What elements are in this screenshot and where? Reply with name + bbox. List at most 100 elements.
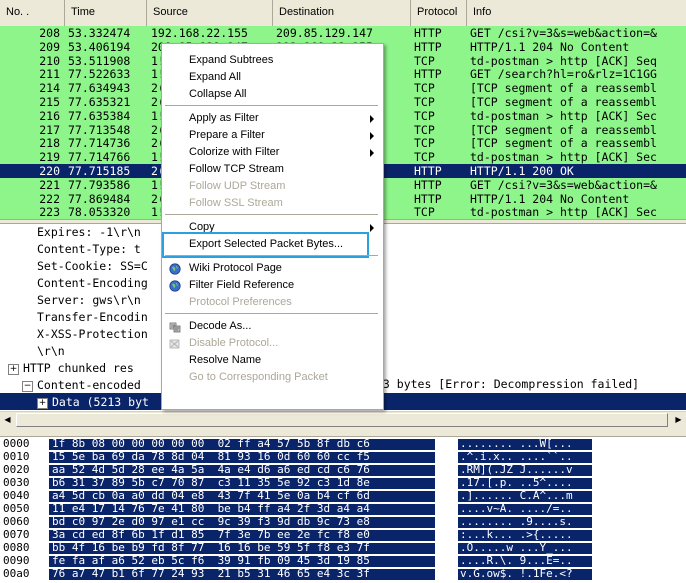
menu-item-apply-as-filter[interactable]: Apply as Filter: [162, 110, 381, 127]
menu-item-wiki-protocol-page[interactable]: Wiki Protocol Page: [162, 260, 381, 277]
detail-line[interactable]: X-XSS-Protection: [37, 326, 148, 343]
submenu-arrow-icon: [370, 115, 374, 123]
col-info-header[interactable]: Info: [467, 0, 686, 26]
menu-item-decode-as[interactable]: Decode As...: [162, 318, 381, 335]
details-horizontal-scrollbar[interactable]: ◀ ▶: [0, 411, 686, 428]
col-destination-header[interactable]: Destination: [273, 0, 411, 26]
detail-line-selected[interactable]: Data (5213 byt: [52, 394, 149, 411]
hex-row[interactable]: 0010 15 5e ba 69 da 78 8d 04 81 93 16 0d …: [0, 451, 686, 463]
hex-offset: 0040: [3, 489, 30, 502]
hex-ascii: .O.....w ...Y_...: [458, 542, 592, 554]
menu-item-expand-all[interactable]: Expand All: [162, 69, 381, 86]
packet-cell-time: 77.635321: [68, 95, 131, 109]
packet-cell-no: 209: [39, 39, 60, 54]
packet-cell-dst: 209.85.129.147: [276, 26, 373, 40]
globe-icon: [169, 263, 181, 275]
menu-item-label: Decode As...: [189, 320, 252, 332]
packet-cell-info: GET /csi?v=3&s=web&action=&: [470, 26, 657, 40]
collapse-icon[interactable]: −: [22, 381, 33, 392]
hex-ascii: v.G.ow$. !.1Fe.<?: [458, 568, 592, 580]
hex-row[interactable]: 0040 a4 5d cb 0a a0 dd 04 e8 43 7f 41 5e …: [0, 489, 686, 502]
submenu-arrow-icon: [370, 224, 374, 232]
hex-offset: 0000: [3, 437, 30, 450]
expand-icon[interactable]: +: [37, 398, 48, 409]
menu-item-label: Follow UDP Stream: [189, 180, 286, 192]
packet-cell-time: 77.635384: [68, 108, 131, 123]
globe-icon: [169, 280, 181, 292]
hex-bytes: 1f 8b 08 00 00 00 00 00 02 ff a4 57 5b 8…: [49, 438, 435, 450]
menu-item-protocol-preferences: Protocol Preferences: [162, 294, 381, 311]
menu-item-label: Protocol Preferences: [189, 296, 292, 308]
hex-row[interactable]: 0000 1f 8b 08 00 00 00 00 00 02 ff a4 57 …: [0, 437, 686, 450]
packet-cell-time: 53.332474: [68, 26, 131, 40]
hex-row[interactable]: 0060 bd c0 97 2e d0 97 e1 cc 9c 39 f3 9d …: [0, 516, 686, 528]
hex-ascii: ....v~A. ..../=..: [458, 503, 592, 515]
detail-line[interactable]: Transfer-Encodin: [37, 309, 148, 326]
detail-line[interactable]: Content-Type: t: [37, 241, 141, 258]
menu-item-colorize-with-filter[interactable]: Colorize with Filter: [162, 144, 381, 161]
col-source-header[interactable]: Source: [147, 0, 273, 26]
hex-row[interactable]: 00a0 76 a7 47 b1 6f 77 24 93 21 b5 31 46 …: [0, 567, 686, 580]
packet-cell-proto: HTTP: [414, 177, 442, 192]
hex-row[interactable]: 0080 bb 4f 16 be b9 fd 8f 77 16 16 be 59 …: [0, 541, 686, 554]
scroll-right-arrow-icon[interactable]: ▶: [671, 413, 686, 427]
packet-cell-proto: HTTP: [414, 26, 442, 40]
hex-offset: 0080: [3, 541, 30, 554]
detail-line[interactable]: Server: gws\r\n: [37, 292, 141, 309]
packet-cell-no: 217: [39, 122, 60, 137]
packet-cell-info: td-postman > http [ACK] Sec: [470, 108, 657, 123]
packet-cell-info: td-postman > http [ACK] Seq: [470, 53, 657, 68]
packet-cell-info: [TCP segment of a reassembl: [470, 95, 657, 109]
packet-cell-proto: HTTP: [414, 164, 442, 178]
menu-item-prepare-a-filter[interactable]: Prepare a Filter: [162, 127, 381, 144]
hex-offset: 0090: [3, 554, 30, 567]
menu-item-follow-tcp-stream[interactable]: Follow TCP Stream: [162, 161, 381, 178]
hex-offset: 00a0: [3, 567, 30, 580]
packet-cell-proto: HTTP: [414, 191, 442, 206]
detail-line[interactable]: HTTP chunked res: [23, 360, 134, 377]
hex-bytes: aa 52 4d 5d 28 ee 4a 5a 4a e4 d6 a6 ed c…: [49, 464, 435, 476]
detail-line[interactable]: Expires: -1\r\n: [37, 224, 141, 241]
col-time-header[interactable]: Time: [65, 0, 147, 26]
packet-row[interactable]: 208 53.332474 192.168.22.155 209.85.129.147…: [0, 26, 686, 40]
hex-row[interactable]: 0020 aa 52 4d 5d 28 ee 4a 5a 4a e4 d6 a6 …: [0, 464, 686, 476]
scroll-left-arrow-icon[interactable]: ◀: [0, 413, 15, 427]
hex-row[interactable]: 0090 fe fa af a6 52 eb 5c f6 39 91 fb 09 …: [0, 554, 686, 567]
hex-ascii: .^.i.x.. ....``..: [458, 451, 592, 463]
hex-bytes: 76 a7 47 b1 6f 77 24 93 21 b5 31 46 65 e…: [49, 568, 435, 580]
packet-bytes-pane[interactable]: 0000 1f 8b 08 00 00 00 00 00 02 ff a4 57 …: [0, 437, 686, 583]
hex-bytes: 15 5e ba 69 da 78 8d 04 81 93 16 0d 60 6…: [49, 451, 435, 463]
packet-cell-info: [TCP segment of a reassembl: [470, 122, 657, 137]
expand-icon[interactable]: +: [8, 364, 19, 375]
detail-line[interactable]: Content-encoded: [37, 377, 141, 394]
menu-item-label: Expand Subtrees: [189, 54, 274, 66]
menu-item-label: Apply as Filter: [189, 112, 259, 124]
packet-cell-info: [TCP segment of a reassembl: [470, 81, 657, 96]
menu-separator: [165, 313, 378, 314]
detail-line[interactable]: Set-Cookie: SS=C: [37, 258, 148, 275]
menu-item-expand-subtrees[interactable]: Expand Subtrees: [162, 52, 381, 69]
menu-item-collapse-all[interactable]: Collapse All: [162, 86, 381, 103]
menu-item-label: Go to Corresponding Packet: [189, 371, 328, 383]
bytes-splitter[interactable]: [0, 427, 686, 437]
col-protocol-header[interactable]: Protocol: [411, 0, 467, 26]
packet-cell-time: 77.522633: [68, 67, 131, 82]
scroll-thumb[interactable]: [16, 413, 668, 427]
decode-icon: [169, 322, 181, 333]
hex-row[interactable]: 0030 b6 31 37 89 5b c7 70 87 c3 11 35 5e …: [0, 477, 686, 489]
col-no-header[interactable]: No. .: [0, 0, 65, 26]
packet-cell-time: 77.713548: [68, 122, 131, 137]
menu-item-resolve-name[interactable]: Resolve Name: [162, 352, 381, 369]
packet-cell-time: 77.869484: [68, 191, 131, 206]
menu-item-filter-field-reference[interactable]: Filter Field Reference: [162, 277, 381, 294]
packet-cell-info: HTTP/1.1 204 No Content: [470, 191, 630, 206]
packet-cell-proto: TCP: [414, 53, 435, 68]
packet-cell-time: 77.793586: [68, 177, 131, 192]
detail-line[interactable]: Content-Encoding: [37, 275, 148, 292]
hex-row[interactable]: 0070 3a cd ed 8f 6b 1f d1 85 7f 3e 7b ee …: [0, 528, 686, 541]
hex-bytes: bd c0 97 2e d0 97 e1 cc 9c 39 f3 9d db 9…: [49, 516, 435, 528]
hex-offset: 0070: [3, 528, 30, 541]
detail-line[interactable]: \r\n: [37, 343, 65, 360]
packet-cell-proto: TCP: [414, 95, 435, 109]
hex-row[interactable]: 0050 11 e4 17 14 76 7e 41 80 be b4 ff a4 …: [0, 503, 686, 515]
